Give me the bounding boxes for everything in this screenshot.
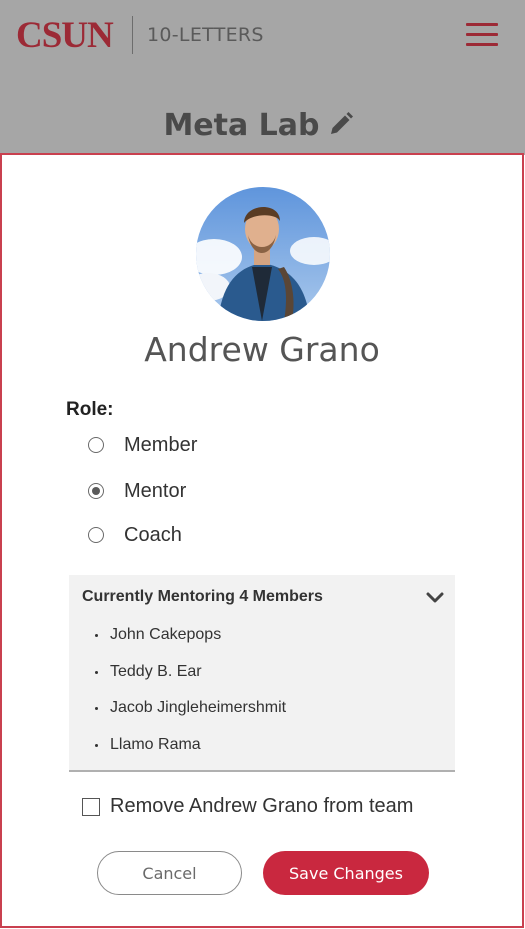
role-option-label: Coach xyxy=(124,523,182,546)
radio-mentor[interactable] xyxy=(88,483,104,499)
list-item: Jacob Jingleheimershmit xyxy=(95,699,286,717)
app-header: CSUN 10-LETTERS Meta Lab xyxy=(0,0,525,155)
app-name: 10-LETTERS xyxy=(147,24,264,46)
role-option-member[interactable]: Member xyxy=(88,431,197,459)
team-title: Meta Lab xyxy=(0,108,525,145)
role-option-mentor[interactable]: Mentor xyxy=(88,477,186,505)
list-item: Teddy B. Ear xyxy=(95,663,202,681)
list-item: John Cakepops xyxy=(95,626,221,644)
edit-member-modal: Andrew Grano Role: Member Mentor Coach C… xyxy=(0,153,524,928)
pencil-icon[interactable] xyxy=(328,110,354,145)
mentee-name: Llamo Rama xyxy=(110,736,201,753)
role-label: Role: xyxy=(66,399,114,420)
role-option-coach[interactable]: Coach xyxy=(88,521,182,549)
radio-coach[interactable] xyxy=(88,527,104,543)
hamburger-menu-icon[interactable] xyxy=(466,22,498,48)
remove-from-team-option[interactable]: Remove Andrew Grano from team xyxy=(82,795,413,818)
role-option-label: Member xyxy=(124,433,198,456)
mentee-name: Teddy B. Ear xyxy=(110,663,202,680)
csun-logo: CSUN xyxy=(16,15,114,56)
save-changes-button[interactable]: Save Changes xyxy=(263,851,429,895)
list-item: Llamo Rama xyxy=(95,736,201,754)
remove-checkbox[interactable] xyxy=(82,797,100,816)
chevron-down-icon[interactable] xyxy=(426,591,444,609)
role-option-label: Mentor xyxy=(124,479,187,502)
mentee-name: John Cakepops xyxy=(110,626,222,643)
mentee-name: Jacob Jingleheimershmit xyxy=(110,699,287,716)
mentoring-panel: Currently Mentoring 4 Members John Cakep… xyxy=(69,575,455,772)
member-name: Andrew Grano xyxy=(144,330,380,369)
avatar xyxy=(196,187,330,321)
remove-label: Remove Andrew Grano from team xyxy=(110,795,414,817)
mentoring-heading: Currently Mentoring 4 Members xyxy=(82,588,323,605)
logo-divider xyxy=(132,16,133,54)
team-title-text: Meta Lab xyxy=(163,108,320,143)
cancel-button[interactable]: Cancel xyxy=(97,851,242,895)
radio-member[interactable] xyxy=(88,437,104,453)
